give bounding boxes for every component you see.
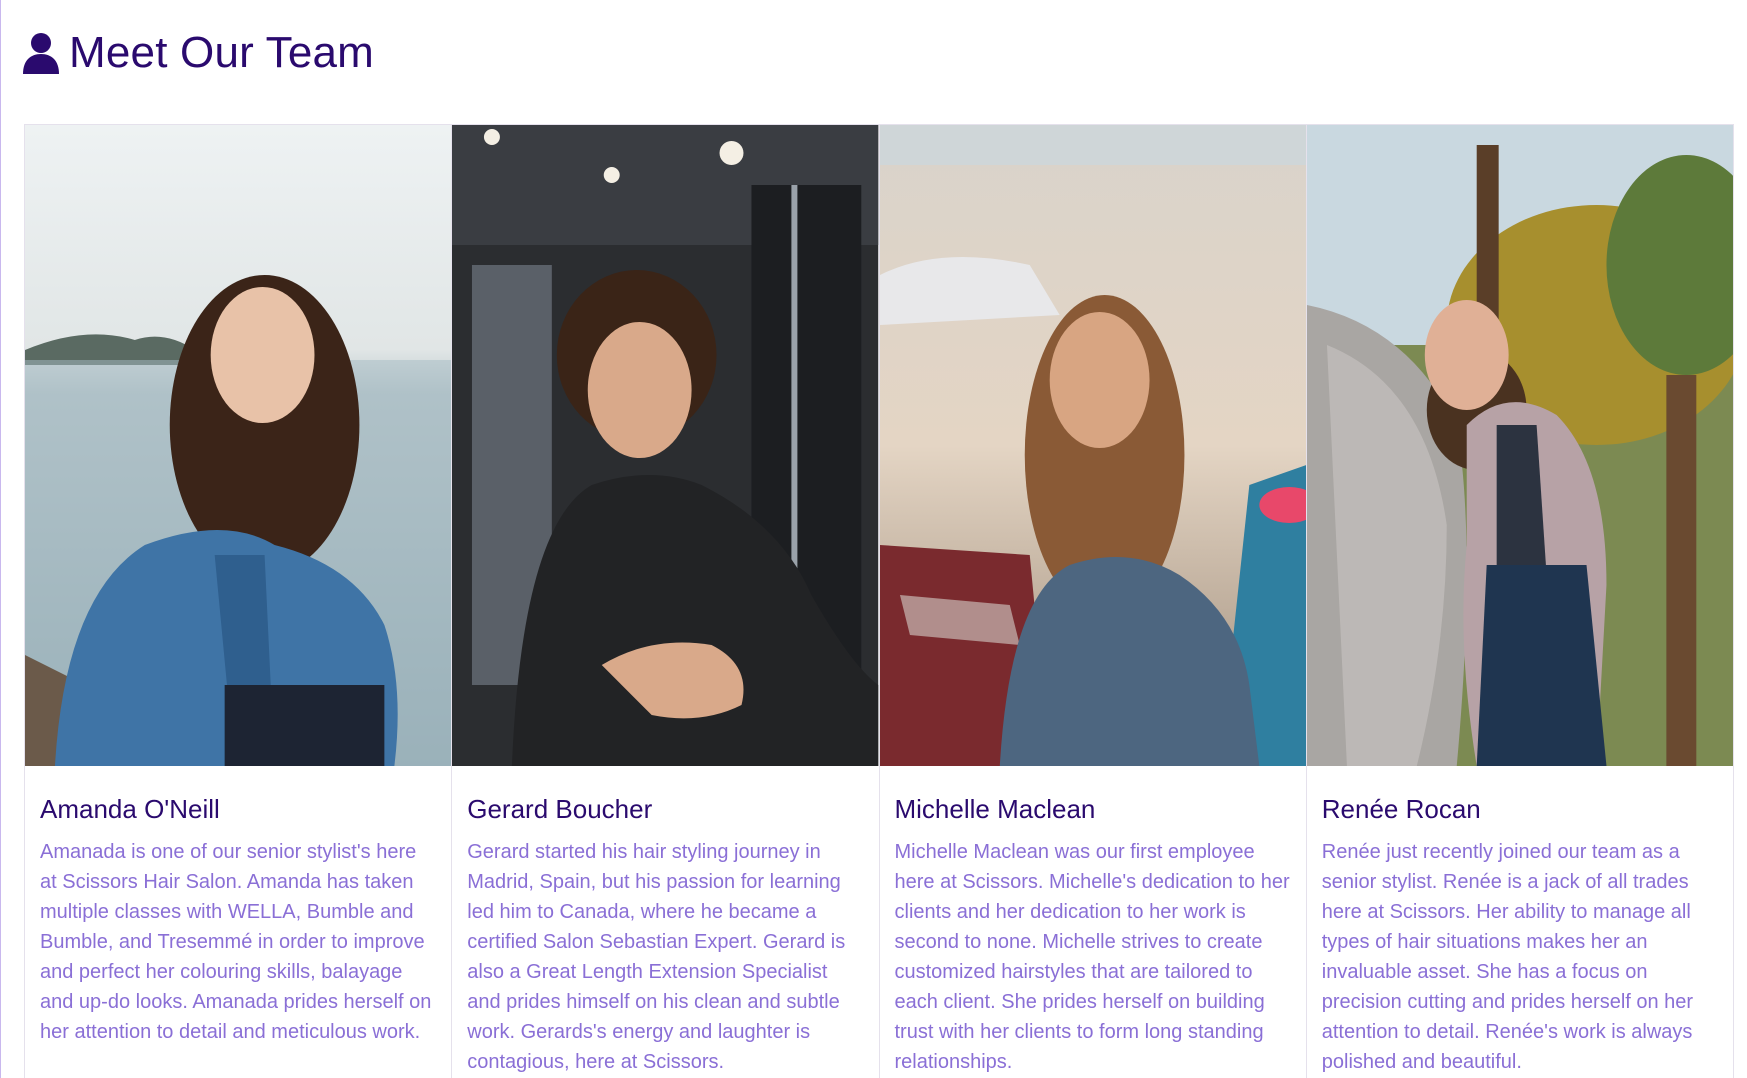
member-name: Renée Rocan (1321, 794, 1481, 824)
member-bio: Amanada is one of our senior stylist's h… (40, 841, 432, 1043)
member-name: Amanda O'Neill (40, 794, 220, 824)
member-name: Gerard Boucher (467, 794, 653, 824)
page: Meet Our Team Amanda O'Neill Amanada is … (0, 0, 1747, 1078)
woman-lakeside-denim-jacket-photo (25, 125, 452, 766)
team-grid: Amanda O'Neill Amanada is one of our sen… (24, 124, 1734, 1078)
card-body: Renée Rocan Renée just recently joined o… (1307, 766, 1733, 1077)
member-bio: Renée just recently joined our team as a… (1321, 841, 1694, 1073)
page-header: Meet Our Team (23, 28, 374, 78)
page-title: Meet Our Team (69, 28, 375, 77)
man-curly-hair-black-scrubs-photo (452, 125, 879, 766)
member-name: Michelle Maclean (894, 794, 1096, 824)
woman-forest-pink-cardigan-photo (1306, 125, 1733, 766)
member-bio: Michelle Maclean was our first employee … (894, 841, 1290, 1073)
team-card: Gerard Boucher Gerard started his hair s… (452, 125, 880, 1078)
team-card: Michelle Maclean Michelle Maclean was ou… (879, 125, 1307, 1078)
user-icon (23, 32, 59, 74)
woman-beach-denim-jacket-photo (879, 125, 1306, 766)
team-card: Renée Rocan Renée just recently joined o… (1306, 125, 1734, 1078)
card-body: Gerard Boucher Gerard started his hair s… (452, 766, 878, 1077)
card-body: Amanda O'Neill Amanada is one of our sen… (25, 766, 451, 1047)
card-body: Michelle Maclean Michelle Maclean was ou… (880, 766, 1306, 1077)
member-bio: Gerard started his hair styling journey … (467, 841, 846, 1073)
team-card: Amanda O'Neill Amanada is one of our sen… (25, 125, 453, 1078)
